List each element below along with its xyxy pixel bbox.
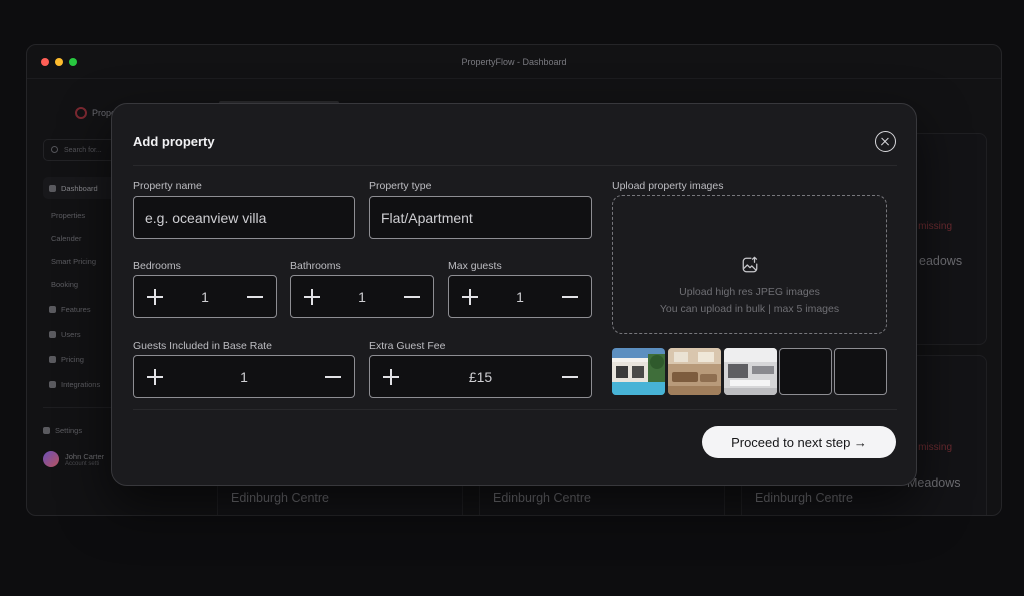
minus-icon[interactable] — [325, 369, 341, 385]
sidebar-item-label: Calender — [51, 234, 82, 243]
empty-image-slot[interactable] — [834, 348, 887, 395]
close-window-button[interactable] — [41, 58, 49, 66]
sidebar-item-smart-pricing[interactable]: Smart Pricing — [51, 257, 96, 266]
sidebar-item-label: Integrations — [61, 380, 101, 389]
sidebar-item-users[interactable]: Users — [49, 330, 81, 339]
avatar — [43, 451, 59, 467]
add-property-modal: Add property Property name Property type… — [111, 103, 917, 486]
empty-image-slot[interactable] — [779, 348, 832, 395]
home-icon — [49, 184, 56, 192]
brand-icon — [75, 107, 87, 119]
image-upload-icon — [742, 256, 758, 273]
upload-instructions: Upload high res JPEG images — [679, 286, 820, 298]
kitchen-image — [724, 348, 777, 395]
sidebar-item-label: Dashboard — [61, 183, 98, 193]
extra-guest-fee-label: Extra Guest Fee — [369, 340, 446, 352]
bedrooms-label: Bedrooms — [133, 260, 181, 272]
title-bar: PropertyFlow - Dashboard — [27, 45, 1001, 79]
user-profile[interactable]: John Carter Account setti — [43, 451, 104, 467]
property-name-field[interactable] — [133, 196, 355, 239]
property-type-select[interactable]: Flat/Apartment — [369, 196, 592, 239]
minus-icon[interactable] — [562, 289, 578, 305]
sidebar-item-label: Features — [61, 305, 91, 314]
gear-icon — [43, 427, 50, 434]
sidebar-search-placeholder: Search for... — [64, 146, 102, 154]
sidebar-item-pricing[interactable]: Pricing — [49, 355, 84, 364]
sidebar-item-label: Users — [61, 330, 81, 339]
bathrooms-stepper: 1 — [290, 275, 434, 318]
sidebar-item-settings[interactable]: Settings — [43, 426, 82, 435]
card-location: Edinburgh Centre — [231, 491, 329, 505]
user-info: John Carter Account setti — [65, 452, 104, 467]
sidebar-item-features[interactable]: Features — [49, 305, 91, 314]
window-controls — [41, 58, 77, 66]
maximize-window-button[interactable] — [69, 58, 77, 66]
sidebar-item-label: Settings — [55, 426, 83, 435]
card-location: Edinburgh Centre — [755, 491, 853, 505]
user-subtitle: Account setti — [65, 460, 100, 467]
sidebar-item-label: Pricing — [61, 355, 84, 364]
image-upload-dropzone[interactable]: Upload high res JPEG images You can uplo… — [612, 195, 887, 334]
user-name: John Carter — [65, 451, 105, 461]
sidebar-item-label: Properties — [51, 211, 86, 220]
guests-included-value: 1 — [240, 369, 248, 385]
puzzle-icon — [49, 381, 56, 388]
sidebar-item-label: Smart Pricing — [51, 257, 97, 266]
brand-logo: Prope — [75, 107, 116, 119]
proceed-button[interactable]: Proceed to next step → — [702, 426, 896, 458]
user-icon — [49, 331, 56, 338]
image-thumbnail[interactable] — [612, 348, 665, 395]
property-name-label: Property name — [133, 180, 202, 192]
close-icon[interactable] — [875, 131, 896, 152]
extra-guest-fee-value: £15 — [468, 369, 493, 385]
sidebar-item-properties[interactable]: Properties — [51, 211, 85, 220]
modal-title: Add property — [133, 134, 215, 149]
image-thumbnail[interactable] — [668, 348, 721, 395]
max-guests-stepper: 1 — [448, 275, 592, 318]
minus-icon[interactable] — [247, 289, 263, 305]
image-thumbnail[interactable] — [724, 348, 777, 395]
living-room-image — [668, 348, 721, 395]
property-name-input[interactable] — [145, 209, 354, 226]
card-title-fragment: eadows — [919, 254, 963, 268]
villa-pool-image — [612, 348, 665, 395]
search-icon — [51, 146, 58, 153]
sidebar-item-calender[interactable]: Calender — [51, 234, 81, 243]
modal-header-divider — [133, 165, 897, 166]
sidebar-item-label: Booking — [51, 280, 79, 289]
sidebar-item-integrations[interactable]: Integrations — [49, 380, 100, 389]
star-icon — [49, 306, 56, 313]
max-guests-label: Max guests — [448, 260, 502, 272]
property-type-value: Flat/Apartment — [381, 209, 473, 226]
property-type-label: Property type — [369, 180, 432, 192]
bedrooms-stepper: 1 — [133, 275, 277, 318]
minimize-window-button[interactable] — [55, 58, 63, 66]
window-title: PropertyFlow - Dashboard — [461, 56, 567, 67]
dollar-icon — [49, 356, 56, 363]
guests-included-label: Guests Included in Base Rate — [133, 340, 272, 352]
card-location: Edinburgh Centre — [493, 491, 591, 505]
minus-icon[interactable] — [562, 369, 578, 385]
upload-label: Upload property images — [612, 180, 724, 192]
guests-included-stepper: 1 — [133, 355, 355, 398]
minus-icon[interactable] — [404, 289, 420, 305]
bathrooms-label: Bathrooms — [290, 260, 341, 272]
card-title-fragment: Meadows — [907, 476, 961, 490]
extra-guest-fee-stepper: £15 — [369, 355, 592, 398]
upload-limit-note: You can upload in bulk | max 5 images — [659, 303, 840, 315]
modal-footer-divider — [133, 409, 897, 410]
sidebar-item-booking[interactable]: Booking — [51, 280, 78, 289]
